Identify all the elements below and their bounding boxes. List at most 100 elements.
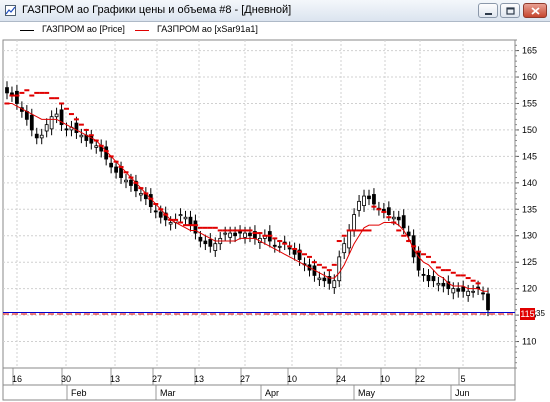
sar-dot [64,107,70,110]
candle-body [223,232,228,235]
plot-area [2,39,516,369]
candle-body [367,195,371,200]
candle-body [39,134,44,139]
candle-body [396,216,401,221]
sar-dot [14,94,20,97]
candle-body [79,134,84,138]
sar-dot [34,91,40,94]
sar-dot [316,263,322,266]
sar-dot [297,250,303,253]
x-day-label: 10 [380,374,390,384]
x-month-label: Jun [455,388,470,398]
candle-body [114,166,118,173]
sar-dot [212,226,218,229]
sar-dot [386,216,392,219]
candle-body [431,276,436,282]
sar-dot [143,192,149,195]
sar-dot [73,118,79,121]
sar-dot [371,205,377,208]
candle-body [203,240,208,245]
candle-body [426,275,431,282]
candle-body [208,239,213,247]
candle-body [362,195,366,206]
sar-dot [336,240,342,243]
sar-dot [49,97,55,100]
candle-body [461,286,466,292]
sar-dot [59,102,65,105]
candle-body [183,216,188,220]
sar-dot [346,229,352,232]
sar-dot [331,263,337,266]
candle-body [138,193,143,196]
candle-body [352,214,357,231]
candle-body [332,280,337,288]
sar-dot [321,266,327,269]
last-price-badge: 115 [520,308,535,320]
candle-body [109,162,114,168]
sar-dot [68,113,74,116]
candle-body [24,111,29,120]
sar-dot [192,224,198,227]
candle-body [74,122,79,133]
sar-dot [391,221,397,224]
sar-dot [470,279,476,282]
sar-dot [24,89,30,92]
candle-body [486,293,490,311]
sar-dot [302,253,308,256]
candle-body [49,116,54,130]
candle-body [34,133,39,139]
sar-dot [421,253,427,256]
sar-dot [455,274,461,277]
sar-dot [103,150,109,153]
candle-body [188,216,193,226]
sar-dot [178,221,184,224]
x-month-label: May [358,388,376,398]
candle-body [104,146,109,160]
candle-body [44,124,49,132]
x-month-label: Feb [71,388,87,398]
candle-body [441,282,446,287]
y-tick-label: 150 [522,125,537,135]
sar-dot [341,234,347,237]
sar-dot [267,234,273,237]
x-day-label: 13 [194,374,204,384]
candle-body [401,215,406,229]
candle-body [386,207,391,215]
sar-dot [113,160,119,163]
sar-dot [366,229,372,232]
x-day-label: 16 [12,374,22,384]
sar-dot [460,274,466,277]
sar-dot [247,229,253,232]
candle-body [228,232,233,238]
sar-dot [237,229,243,232]
sar-dot [287,245,293,248]
candle-body [456,288,461,292]
sar-dot [173,218,179,221]
sar-dot [138,187,144,190]
candle-body [119,167,123,178]
sar-dot [425,255,431,258]
candle-body [421,273,426,276]
y-tick-label: 160 [522,72,537,82]
sar-dot [148,197,154,200]
sar-dot [416,250,422,253]
price-chart[interactable]: 1101151201251301351401451501551601651630… [0,0,550,402]
y-tick-label: 165 [522,46,537,56]
candle-body [372,194,376,205]
y-tick-label: 155 [522,98,537,108]
sar-dot [158,208,164,211]
x-day-label: 27 [152,374,162,384]
sar-dot [435,266,441,269]
sar-dot [153,203,159,205]
candle-body [322,277,327,282]
sar-dot [217,229,223,232]
sar-dot [108,155,114,158]
candle-body [15,90,19,104]
candle-body [272,244,277,247]
sar-dot [163,213,169,216]
candle-body [5,87,9,94]
x-day-label: 5 [460,374,465,384]
sar-dot [118,165,124,168]
candle-body [153,210,158,213]
candle-body [243,232,247,238]
